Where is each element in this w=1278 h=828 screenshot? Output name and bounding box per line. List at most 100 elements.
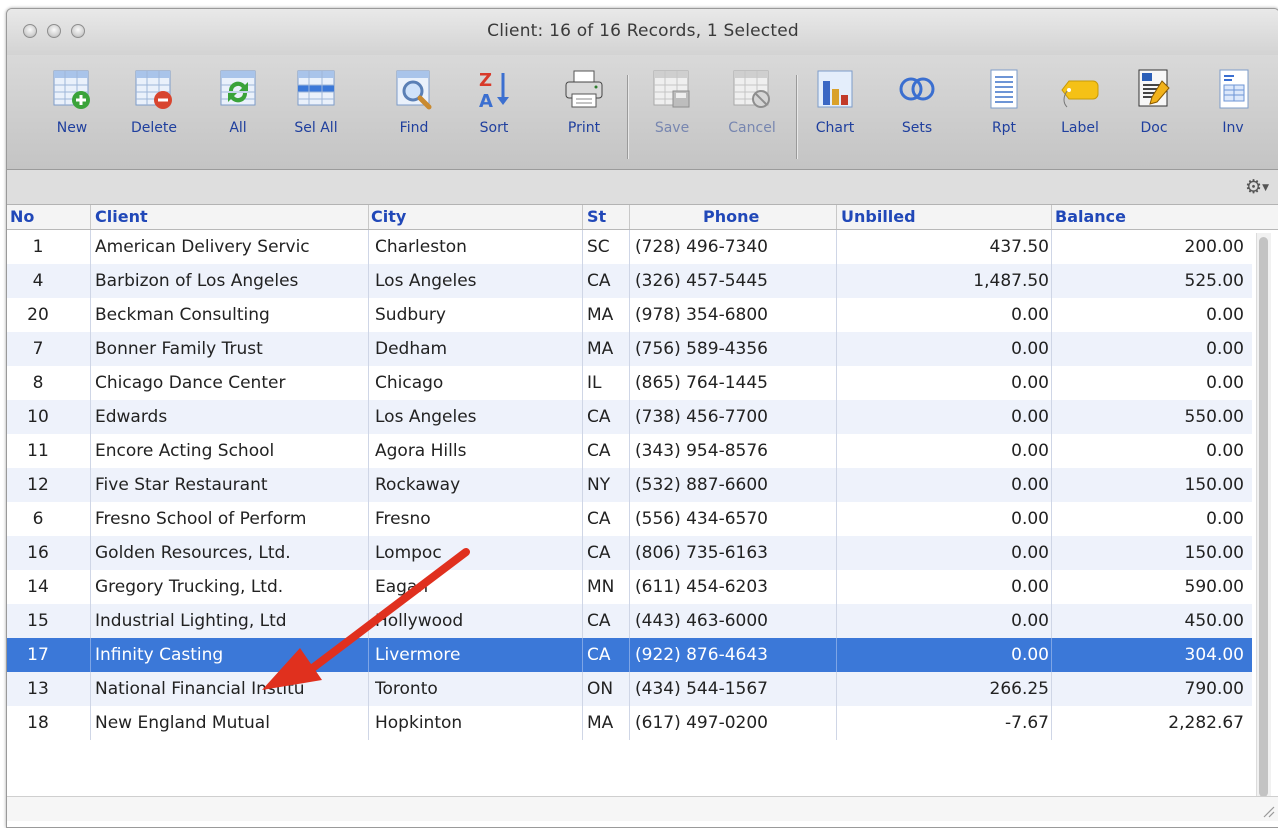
sort-button[interactable]: Z A Sort xyxy=(461,67,527,157)
sets-button[interactable]: Sets xyxy=(884,67,950,157)
print-button[interactable]: Print xyxy=(551,67,617,157)
cell-no: 17 xyxy=(27,645,49,665)
find-button[interactable]: Find xyxy=(381,67,447,157)
column-divider xyxy=(629,298,630,332)
cell-city: Rockaway xyxy=(375,475,461,495)
cell-unbilled: 0.00 xyxy=(1011,645,1049,665)
table-delete-icon xyxy=(135,70,172,109)
column-header-phone[interactable]: Phone xyxy=(703,207,759,226)
doc-button[interactable]: Doc xyxy=(1121,67,1187,157)
delete-button[interactable]: Delete xyxy=(121,67,187,157)
cell-no: 12 xyxy=(27,475,49,495)
cell-client: Bonner Family Trust xyxy=(95,339,263,359)
title-bar[interactable]: Client: 16 of 16 Records, 1 Selected xyxy=(7,9,1278,55)
cell-balance: 200.00 xyxy=(1184,237,1244,257)
cell-phone: (865) 764-1445 xyxy=(635,373,768,393)
cell-no: 4 xyxy=(32,271,44,291)
cell-st: CA xyxy=(587,645,611,665)
select-all-button[interactable]: Sel All xyxy=(283,67,349,157)
cell-st: MN xyxy=(587,577,615,597)
table-row-selected[interactable]: 17 Infinity Casting Livermore CA (922) 876-4… xyxy=(7,638,1252,672)
delete-button-label: Delete xyxy=(131,120,177,136)
cell-balance: 0.00 xyxy=(1206,305,1244,325)
invoice-button[interactable]: Inv xyxy=(1200,67,1266,157)
column-divider xyxy=(368,536,369,570)
cell-client: American Delivery Servic xyxy=(95,237,310,257)
table-row[interactable]: 18 New England Mutual Hopkinton MA (617) 497… xyxy=(7,706,1252,740)
column-header-client[interactable]: Client xyxy=(95,207,148,226)
cell-unbilled: 0.00 xyxy=(1011,475,1049,495)
cell-phone: (326) 457-5445 xyxy=(635,271,768,291)
column-divider xyxy=(1051,570,1052,604)
svg-text:A: A xyxy=(479,91,493,111)
chart-button-label: Chart xyxy=(815,120,855,136)
column-divider xyxy=(582,706,583,740)
table-header: No Client City St Phone Unbilled Balance xyxy=(7,205,1278,230)
column-divider xyxy=(629,706,630,740)
cell-st: IL xyxy=(587,373,602,393)
status-strip xyxy=(7,796,1278,821)
cell-city: Sudbury xyxy=(375,305,446,325)
column-header-st[interactable]: St xyxy=(587,207,606,226)
cell-unbilled: 0.00 xyxy=(1011,373,1049,393)
table-row[interactable]: 8 Chicago Dance Center Chicago IL (865) 764-… xyxy=(7,366,1252,400)
column-header-balance[interactable]: Balance xyxy=(1055,207,1126,226)
cell-st: MA xyxy=(587,305,614,325)
table-row[interactable]: 15 Industrial Lighting, Ltd Hollywood CA (44… xyxy=(7,604,1252,638)
column-divider xyxy=(368,400,369,434)
label-button[interactable]: Label xyxy=(1047,67,1113,157)
cell-balance: 0.00 xyxy=(1206,373,1244,393)
column-header-city[interactable]: City xyxy=(371,207,406,226)
table-row[interactable]: 7 Bonner Family Trust Dedham MA (756) 589-43… xyxy=(7,332,1252,366)
cell-client: Edwards xyxy=(95,407,168,427)
resize-grip-icon[interactable] xyxy=(1259,802,1275,818)
table-row[interactable]: 1 American Delivery Servic Charleston SC (72… xyxy=(7,230,1252,264)
column-divider xyxy=(836,434,837,468)
cell-city: Agora Hills xyxy=(375,441,467,461)
column-divider xyxy=(629,366,630,400)
table-row[interactable]: 14 Gregory Trucking, Ltd. Eagan MN (611) 454… xyxy=(7,570,1252,604)
chart-button[interactable]: Chart xyxy=(802,67,868,157)
column-divider xyxy=(368,638,369,672)
report-button[interactable]: Rpt xyxy=(971,67,1037,157)
cell-no: 8 xyxy=(32,373,44,393)
cell-phone: (806) 735-6163 xyxy=(635,543,768,563)
table-row[interactable]: 20 Beckman Consulting Sudbury MA (978) 354-6… xyxy=(7,298,1252,332)
gear-icon[interactable]: ⚙▼ xyxy=(1245,176,1269,198)
cell-no: 7 xyxy=(32,339,44,359)
save-record-icon xyxy=(653,70,690,108)
cell-no: 13 xyxy=(27,679,49,699)
column-header-unbilled[interactable]: Unbilled xyxy=(841,207,916,226)
column-divider xyxy=(1051,400,1052,434)
scrollbar-thumb[interactable] xyxy=(1259,237,1268,797)
toolbar-separator xyxy=(796,75,798,159)
column-divider xyxy=(582,536,583,570)
table-row[interactable]: 11 Encore Acting School Agora Hills CA (343)… xyxy=(7,434,1252,468)
sets-button-label: Sets xyxy=(901,120,933,136)
cell-no: 14 xyxy=(27,577,49,597)
save-button[interactable]: Save xyxy=(639,67,705,157)
table-row[interactable]: 6 Fresno School of Perform Fresno CA (556) 4… xyxy=(7,502,1252,536)
column-divider xyxy=(582,604,583,638)
new-button[interactable]: New xyxy=(39,67,105,157)
cancel-button[interactable]: Cancel xyxy=(719,67,785,157)
table-row[interactable]: 12 Five Star Restaurant Rockaway NY (532) 88… xyxy=(7,468,1252,502)
cell-no: 11 xyxy=(27,441,49,461)
table-row[interactable]: 13 National Financial Institu Toronto ON (43… xyxy=(7,672,1252,706)
sort-za-icon: Z A xyxy=(479,70,509,111)
all-button[interactable]: All xyxy=(205,67,271,157)
column-divider xyxy=(90,570,91,604)
cell-unbilled: 0.00 xyxy=(1011,509,1049,529)
column-divider xyxy=(836,502,837,536)
cell-phone: (756) 589-4356 xyxy=(635,339,768,359)
cell-st: NY xyxy=(587,475,611,495)
printer-icon xyxy=(565,70,603,108)
column-header-no[interactable]: No xyxy=(10,207,34,226)
print-button-label: Print xyxy=(567,120,601,136)
table-row[interactable]: 4 Barbizon of Los Angeles Los Angeles CA (32… xyxy=(7,264,1252,298)
column-divider xyxy=(836,332,837,366)
vertical-scrollbar[interactable] xyxy=(1256,233,1271,803)
table-row[interactable]: 16 Golden Resources, Ltd. Lompoc CA (806) 73… xyxy=(7,536,1252,570)
column-divider xyxy=(629,264,630,298)
table-row[interactable]: 10 Edwards Los Angeles CA (738) 456-7700 0.00… xyxy=(7,400,1252,434)
